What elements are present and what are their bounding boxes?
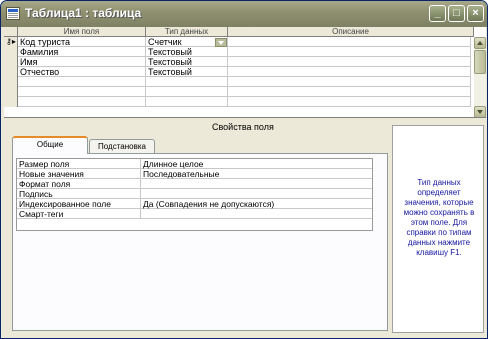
maximize-button[interactable]: □ xyxy=(448,5,465,22)
property-value[interactable] xyxy=(141,189,372,199)
field-row[interactable]: ⚷▸ Код туриста Счетчик xyxy=(4,37,471,47)
field-name-cell[interactable]: Фамилия xyxy=(18,47,146,57)
minimize-button[interactable]: _ xyxy=(429,5,446,22)
property-label: Формат поля xyxy=(17,179,141,189)
row-selector[interactable] xyxy=(4,77,18,87)
field-properties-title: Свойства поля xyxy=(212,122,274,132)
help-panel: Тип данных определяет значения, которые … xyxy=(392,125,484,333)
column-header-description[interactable]: Описание xyxy=(228,27,474,37)
description-cell[interactable] xyxy=(228,57,471,67)
close-button[interactable]: × xyxy=(467,5,484,22)
field-row[interactable] xyxy=(4,97,471,107)
row-selector[interactable] xyxy=(4,67,18,77)
row-selector[interactable] xyxy=(4,87,18,97)
property-value[interactable]: Длинное целое xyxy=(141,159,372,169)
field-name-cell[interactable]: Отчество xyxy=(18,67,146,77)
data-type-cell[interactable]: Текстовый xyxy=(146,67,228,77)
property-value[interactable]: Последовательные xyxy=(141,169,372,179)
tab-pane-general: Размер поля Длинное целое Новые значения… xyxy=(12,153,388,331)
property-table: Размер поля Длинное целое Новые значения… xyxy=(16,158,373,231)
description-cell[interactable] xyxy=(228,77,471,87)
data-type-cell[interactable] xyxy=(146,87,228,97)
primary-key-icon: ⚷▸ xyxy=(6,37,16,46)
property-label: Подпись xyxy=(17,189,141,199)
property-label: Смарт-теги xyxy=(17,209,141,219)
title-bar[interactable]: Таблица1 : таблица _ □ × xyxy=(1,1,487,27)
property-row[interactable]: Формат поля xyxy=(17,179,372,189)
data-type-cell[interactable] xyxy=(146,97,228,107)
property-value[interactable] xyxy=(141,179,372,189)
row-selector-header xyxy=(4,27,18,37)
property-row[interactable]: Индексированное поле Да (Совпадения не д… xyxy=(17,199,372,209)
vertical-scrollbar[interactable] xyxy=(474,37,486,117)
table-design-window: Таблица1 : таблица _ □ × Имя поля Тип да… xyxy=(0,0,488,339)
field-name-cell[interactable] xyxy=(18,77,146,87)
field-row[interactable]: Фамилия Текстовый xyxy=(4,47,471,57)
field-row[interactable] xyxy=(4,77,471,87)
field-name-cell[interactable] xyxy=(18,87,146,97)
field-grid: Имя поля Тип данных Описание ⚷▸ Код тури… xyxy=(4,27,486,118)
description-cell[interactable] xyxy=(228,97,471,107)
data-type-dropdown-button[interactable] xyxy=(215,38,227,47)
row-selector[interactable] xyxy=(4,47,18,57)
help-text: Тип данных определяет значения, которые … xyxy=(403,178,475,257)
property-row[interactable]: Размер поля Длинное целое xyxy=(17,159,372,169)
description-cell[interactable] xyxy=(228,47,471,57)
field-row[interactable] xyxy=(4,87,471,97)
field-row[interactable]: Отчество Текстовый xyxy=(4,67,471,77)
property-row[interactable]: Смарт-теги xyxy=(17,209,372,219)
field-name-cell[interactable]: Код туриста xyxy=(18,37,146,47)
field-row[interactable]: Имя Текстовый xyxy=(4,57,471,67)
scroll-down-button[interactable] xyxy=(474,106,486,117)
row-selector[interactable]: ⚷▸ xyxy=(4,37,18,47)
data-type-cell[interactable] xyxy=(146,77,228,87)
property-label: Индексированное поле xyxy=(17,199,141,209)
data-type-cell[interactable]: Текстовый xyxy=(146,57,228,67)
property-row[interactable]: Новые значения Последовательные xyxy=(17,169,372,179)
table-icon xyxy=(6,7,20,20)
field-name-cell[interactable]: Имя xyxy=(18,57,146,67)
property-value[interactable] xyxy=(141,209,372,219)
description-cell[interactable] xyxy=(228,67,471,77)
description-cell[interactable] xyxy=(228,37,471,47)
column-header-field-name[interactable]: Имя поля xyxy=(18,27,146,37)
row-selector[interactable] xyxy=(4,57,18,67)
description-cell[interactable] xyxy=(228,87,471,97)
tab-general[interactable]: Общие xyxy=(12,136,88,154)
property-row[interactable]: Подпись xyxy=(17,189,372,199)
window-title: Таблица1 : таблица xyxy=(25,6,142,20)
column-header-data-type[interactable]: Тип данных xyxy=(146,27,228,37)
scroll-thumb[interactable] xyxy=(474,50,486,74)
property-label: Новые значения xyxy=(17,169,141,179)
row-selector[interactable] xyxy=(4,97,18,107)
property-label: Размер поля xyxy=(17,159,141,169)
scroll-up-button[interactable] xyxy=(474,37,486,49)
property-value[interactable]: Да (Совпадения не допускаются) xyxy=(141,199,372,209)
field-name-cell[interactable] xyxy=(18,97,146,107)
data-type-cell[interactable]: Текстовый xyxy=(146,47,228,57)
